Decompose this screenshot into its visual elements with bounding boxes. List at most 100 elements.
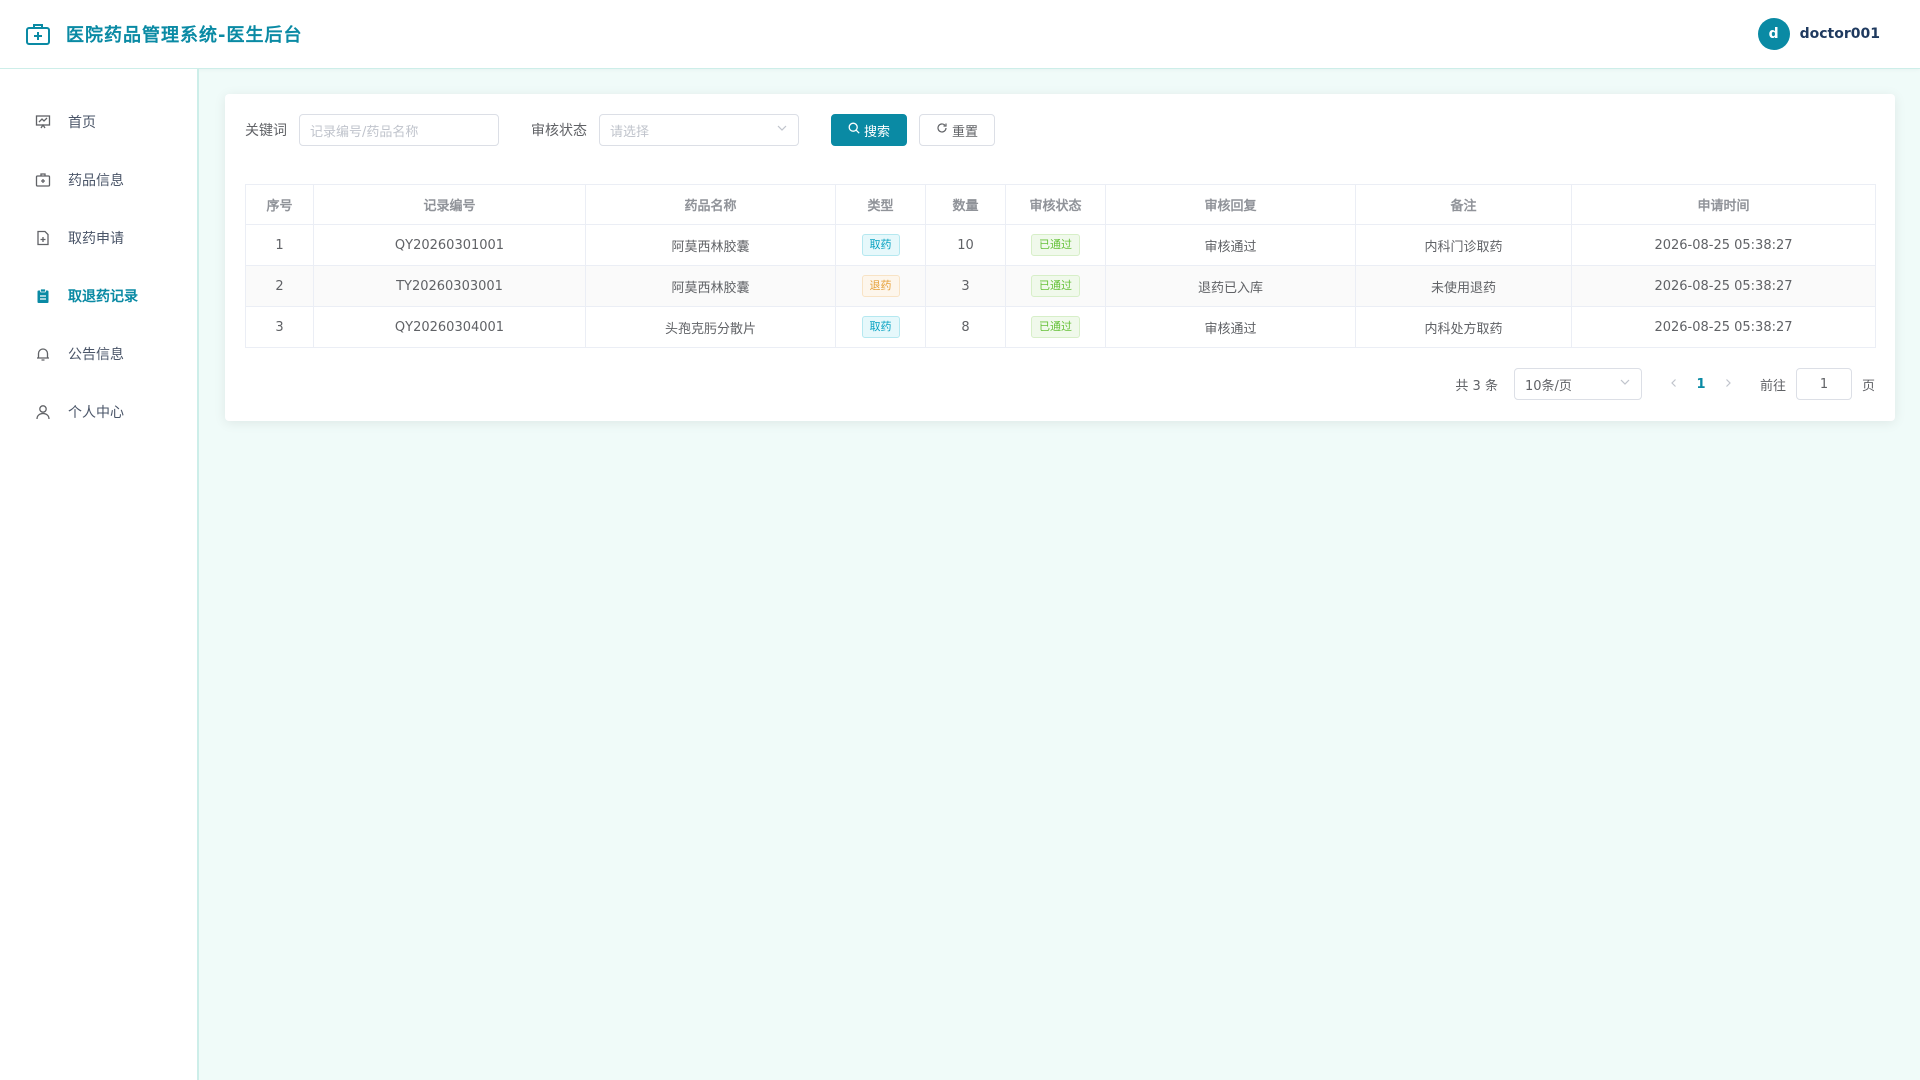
pagination-total: 共 3 条	[1455, 378, 1498, 394]
search-icon	[848, 122, 860, 138]
cell-status: 已通过	[1005, 224, 1106, 266]
table-row[interactable]: 1 QY20260301001 阿莫西林胶囊 取药 10 已通过 审核通过 内科…	[245, 224, 1876, 266]
cell-qty: 10	[925, 224, 1006, 266]
sidebar-item-profile[interactable]: 个人中心	[0, 383, 197, 441]
cell-record-no: TY20260303001	[313, 265, 586, 307]
next-page-icon[interactable]	[1716, 376, 1740, 392]
status-label: 审核状态	[531, 123, 587, 139]
column-header: 审核状态	[1005, 184, 1106, 225]
cell-note: 未使用退药	[1355, 265, 1572, 307]
sidebar-item-fetch-apply[interactable]: 取药申请	[0, 209, 197, 267]
status-placeholder: 请选择	[610, 124, 650, 140]
cell-index: 1	[245, 224, 314, 266]
sidebar-item-drug-info[interactable]: 药品信息	[0, 151, 197, 209]
cell-reply: 退药已入库	[1105, 265, 1356, 307]
medkit-icon	[34, 171, 52, 189]
bell-icon	[34, 345, 52, 363]
cell-qty: 3	[925, 265, 1006, 307]
search-button-label: 搜索	[864, 124, 891, 140]
document-add-icon	[34, 229, 52, 247]
column-header: 药品名称	[585, 184, 836, 225]
sidebar-item-label: 公告信息	[68, 347, 124, 363]
cell-index: 3	[245, 306, 314, 348]
cell-index: 2	[245, 265, 314, 307]
type-tag: 取药	[861, 316, 900, 338]
sidebar-item-records[interactable]: 取退药记录	[0, 267, 197, 325]
column-header: 审核回复	[1105, 184, 1356, 225]
cell-type: 取药	[835, 306, 926, 348]
username[interactable]: doctor001	[1800, 26, 1880, 42]
cell-time: 2026-08-25 05:38:27	[1571, 306, 1876, 348]
cell-record-no: QY20260301001	[313, 224, 586, 266]
clipboard-icon	[34, 287, 52, 305]
status-badge: 已通过	[1031, 316, 1080, 338]
dashboard-icon	[34, 113, 52, 131]
app-title: 医院药品管理系统-医生后台	[66, 25, 303, 46]
cell-note: 内科门诊取药	[1355, 224, 1572, 266]
medical-kit-icon	[24, 20, 52, 48]
sidebar: 首页 药品信息 取药申请 取退药记录 公告信息 个人中心	[0, 69, 199, 1080]
cell-drug: 阿莫西林胶囊	[585, 224, 836, 266]
brand: 医院药品管理系统-医生后台	[24, 20, 302, 48]
chevron-down-icon	[1619, 376, 1631, 392]
cell-type: 退药	[835, 265, 926, 307]
reset-button-label: 重置	[952, 124, 979, 140]
records-table: 序号 记录编号 药品名称 类型 数量 审核状态 审核回复 备注 申请时间 1 Q…	[245, 184, 1876, 348]
status-select[interactable]: 请选择	[599, 114, 799, 146]
cell-qty: 8	[925, 306, 1006, 348]
refresh-icon	[936, 122, 948, 138]
column-header: 申请时间	[1571, 184, 1876, 225]
keyword-input[interactable]: 记录编号/药品名称	[299, 114, 499, 146]
column-header: 备注	[1355, 184, 1572, 225]
table-header-row: 序号 记录编号 药品名称 类型 数量 审核状态 审核回复 备注 申请时间	[245, 184, 1876, 225]
sidebar-item-label: 取退药记录	[68, 289, 138, 305]
filter-bar: 关键词 记录编号/药品名称 审核状态 请选择 搜索 重置	[245, 114, 1875, 146]
search-button[interactable]: 搜索	[831, 114, 908, 146]
type-tag: 取药	[861, 234, 900, 256]
cell-status: 已通过	[1005, 306, 1106, 348]
cell-drug: 头孢克肟分散片	[585, 306, 836, 348]
user-icon	[34, 403, 52, 421]
user-menu[interactable]: d doctor001	[1757, 18, 1880, 50]
page-size-value: 10条/页	[1524, 378, 1572, 394]
column-header: 数量	[925, 184, 1006, 225]
reset-button[interactable]: 重置	[919, 114, 996, 146]
sidebar-item-label: 首页	[68, 115, 96, 131]
cell-drug: 阿莫西林胶囊	[585, 265, 836, 307]
cell-record-no: QY20260304001	[313, 306, 586, 348]
cell-type: 取药	[835, 224, 926, 266]
status-badge: 已通过	[1031, 275, 1080, 297]
records-card: 关键词 记录编号/药品名称 审核状态 请选择 搜索 重置 序号 记录编号 药品名…	[225, 94, 1895, 421]
sidebar-item-home[interactable]: 首页	[0, 93, 197, 151]
prev-page-icon[interactable]	[1662, 376, 1686, 392]
keyword-placeholder: 记录编号/药品名称	[310, 124, 419, 140]
cell-time: 2026-08-25 05:38:27	[1571, 265, 1876, 307]
column-header: 记录编号	[313, 184, 586, 225]
sidebar-item-label: 个人中心	[68, 405, 124, 421]
goto-page-value: 1	[1819, 376, 1829, 392]
type-tag: 退药	[861, 275, 900, 297]
page-size-select[interactable]: 10条/页	[1513, 368, 1642, 400]
cell-time: 2026-08-25 05:38:27	[1571, 224, 1876, 266]
cell-note: 内科处方取药	[1355, 306, 1572, 348]
cell-reply: 审核通过	[1105, 306, 1356, 348]
sidebar-item-label: 药品信息	[68, 173, 124, 189]
page-number-current[interactable]: 1	[1686, 377, 1716, 392]
cell-status: 已通过	[1005, 265, 1106, 307]
cell-reply: 审核通过	[1105, 224, 1356, 266]
avatar[interactable]: d	[1757, 18, 1790, 50]
table-row[interactable]: 2 TY20260303001 阿莫西林胶囊 退药 3 已通过 退药已入库 未使…	[245, 265, 1876, 307]
page-suffix-label: 页	[1861, 378, 1875, 394]
top-header: 医院药品管理系统-医生后台 d doctor001	[0, 0, 1920, 69]
status-badge: 已通过	[1031, 234, 1080, 256]
sidebar-item-label: 取药申请	[68, 231, 124, 247]
column-header: 序号	[245, 184, 314, 225]
table-row[interactable]: 3 QY20260304001 头孢克肟分散片 取药 8 已通过 审核通过 内科…	[245, 306, 1876, 348]
goto-label: 前往	[1759, 378, 1786, 394]
sidebar-item-notice[interactable]: 公告信息	[0, 325, 197, 383]
chevron-down-icon	[776, 122, 788, 138]
keyword-label: 关键词	[245, 123, 287, 139]
column-header: 类型	[835, 184, 926, 225]
goto-page-input[interactable]: 1	[1795, 368, 1852, 400]
pagination: 共 3 条 10条/页 1 前往 1 页	[245, 368, 1875, 400]
